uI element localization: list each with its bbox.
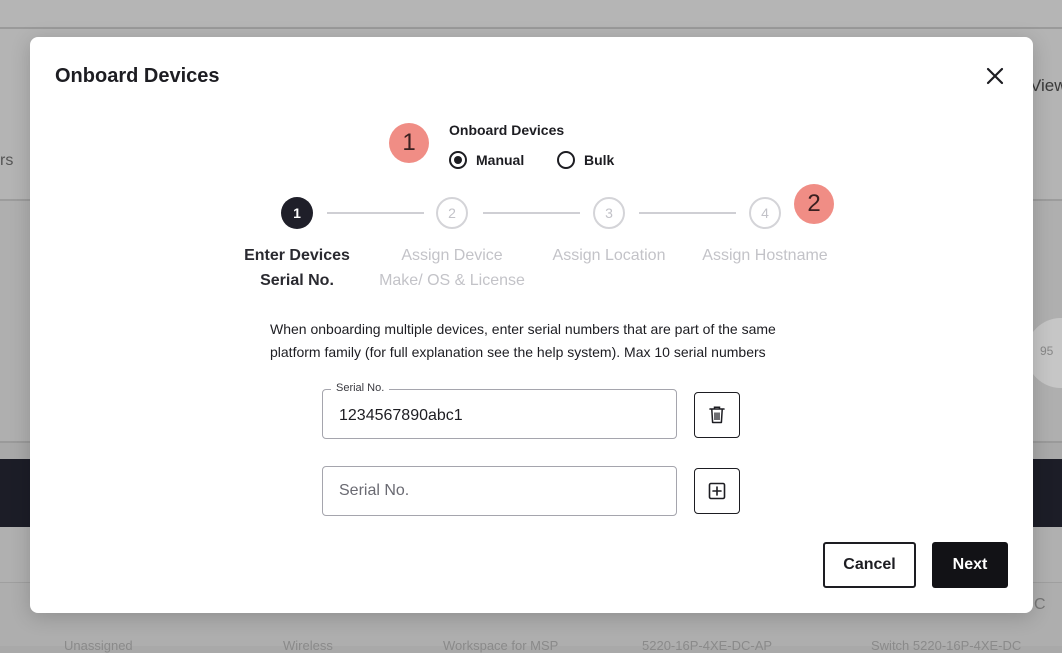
close-button[interactable] <box>982 63 1008 89</box>
step-label-line: Make/ OS & License <box>379 272 525 289</box>
step-label-line: Assign Hostname <box>702 247 828 264</box>
plus-square-icon <box>708 482 726 500</box>
step-3-label: Assign Location <box>524 243 694 268</box>
radio-unselected-icon <box>557 151 575 169</box>
stepper-connector <box>327 212 424 214</box>
instructions-text: When onboarding multiple devices, enter … <box>270 318 830 364</box>
instructions-line: platform family (for full explanation se… <box>270 344 766 360</box>
close-icon <box>986 67 1004 85</box>
annotation-badge-2: 2 <box>794 184 834 224</box>
onboard-devices-dialog: Onboard Devices 1 2 Onboard Devices Manu… <box>30 37 1033 613</box>
stepper-connector <box>483 212 580 214</box>
delete-serial-button[interactable] <box>694 392 740 438</box>
serial-input-1[interactable] <box>323 390 676 438</box>
trash-icon <box>709 406 725 424</box>
add-serial-button[interactable] <box>694 468 740 514</box>
background-left-text: rs <box>0 152 14 169</box>
instructions-line: When onboarding multiple devices, enter … <box>270 321 776 337</box>
cancel-button[interactable]: Cancel <box>823 542 916 588</box>
step-2-indicator: 2 <box>436 197 468 229</box>
stepper-connector <box>639 212 736 214</box>
dialog-title: Onboard Devices <box>55 65 220 87</box>
step-4-indicator: 4 <box>749 197 781 229</box>
bulk-radio-label: Bulk <box>584 152 615 168</box>
manual-radio[interactable]: Manual <box>449 151 524 169</box>
step-label-line: Serial No. <box>260 272 334 289</box>
onboard-mode-label: Onboard Devices <box>449 122 565 138</box>
step-label-line: Enter Devices <box>244 247 350 264</box>
serial-field-2 <box>322 466 677 516</box>
step-label-line: Assign Device <box>401 247 503 264</box>
background-gauge-value: 95 <box>1040 344 1054 358</box>
background-topbar <box>0 0 1062 29</box>
annotation-badge-1: 1 <box>389 123 429 163</box>
step-2-label: Assign Device Make/ OS & License <box>367 243 537 293</box>
serial-field-1: Serial No. <box>322 382 677 439</box>
step-1-label: Enter Devices Serial No. <box>212 243 382 293</box>
step-label-line: Assign Location <box>552 247 666 264</box>
manual-radio-label: Manual <box>476 152 525 168</box>
serial-input-2[interactable] <box>323 467 676 515</box>
bulk-radio[interactable]: Bulk <box>557 151 614 169</box>
background-right-text: C <box>1034 596 1046 613</box>
step-1-indicator: 1 <box>281 197 313 229</box>
step-3-indicator: 3 <box>593 197 625 229</box>
radio-selected-icon <box>449 151 467 169</box>
next-button[interactable]: Next <box>932 542 1008 588</box>
background-view-text: View <box>1030 76 1062 95</box>
step-4-label: Assign Hostname <box>680 243 850 268</box>
